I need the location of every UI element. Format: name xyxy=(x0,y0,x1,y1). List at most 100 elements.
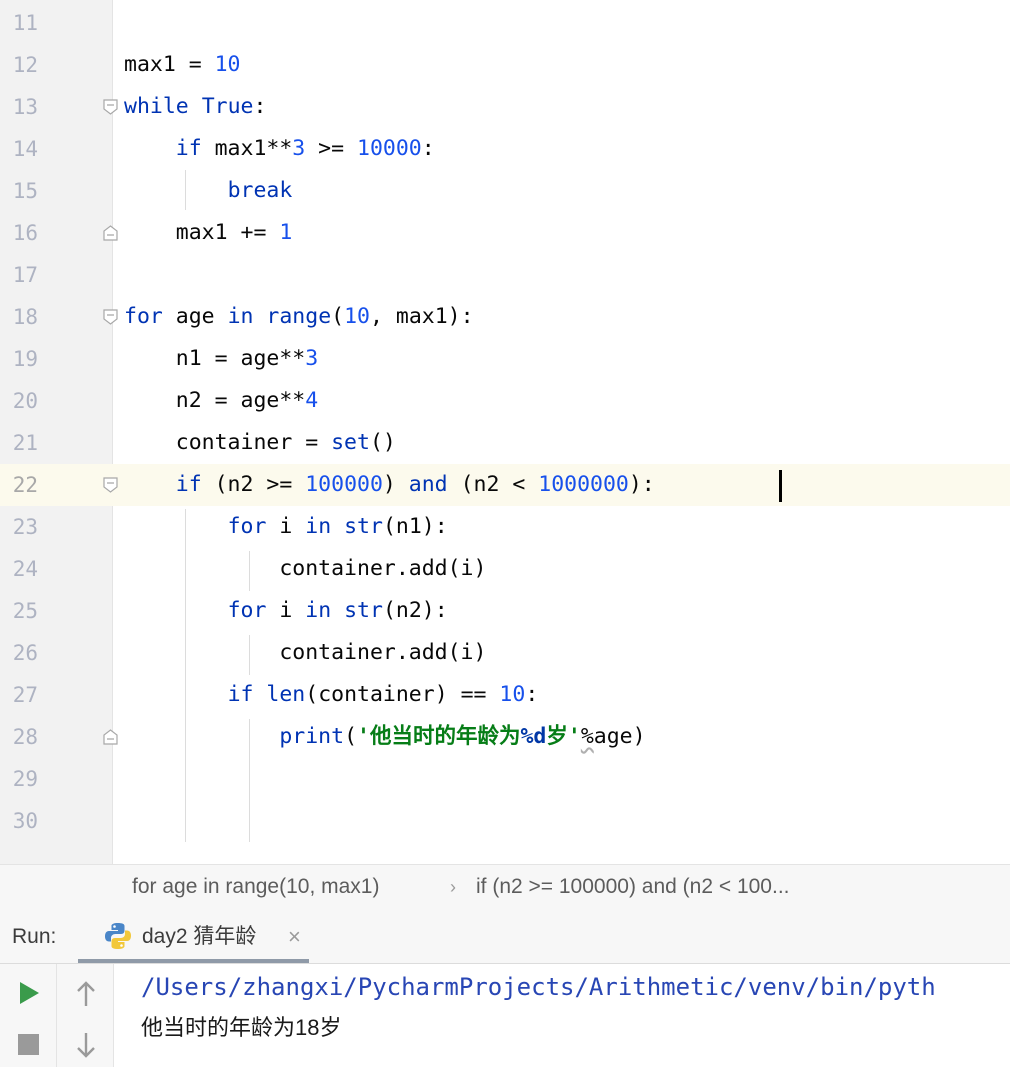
code-token: n2 = age** xyxy=(124,388,306,413)
line-number: 23 xyxy=(12,515,38,539)
code-line[interactable]: 25 for i in str(n2): xyxy=(0,590,1010,632)
code-text[interactable]: for i in str(n2): xyxy=(124,590,448,632)
code-line[interactable]: 14 if max1**3 >= 10000: xyxy=(0,128,1010,170)
run-icon[interactable] xyxy=(17,980,41,1010)
code-token: container = xyxy=(124,430,332,455)
code-text[interactable]: container.add(i) xyxy=(124,632,486,674)
code-keyword: if xyxy=(175,472,202,497)
code-number: 3 xyxy=(305,346,319,371)
code-line[interactable]: 16 max1 += 1 xyxy=(0,212,1010,254)
code-line[interactable]: 22 if (n2 >= 100000) and (n2 < 1000000): xyxy=(0,464,1010,506)
python-icon xyxy=(103,921,133,951)
code-text[interactable]: print('他当时的年龄为%d岁'%age) xyxy=(124,716,645,758)
code-text[interactable]: for i in str(n1): xyxy=(124,506,448,548)
code-line[interactable]: 24 container.add(i) xyxy=(0,548,1010,590)
breadcrumb-item-for-loop[interactable]: for age in range(10, max1) xyxy=(132,865,379,909)
stop-icon[interactable] xyxy=(18,1034,39,1059)
code-text[interactable]: n1 = age**3 xyxy=(124,338,318,380)
code-line[interactable]: 13 while True: xyxy=(0,86,1010,128)
code-token: i xyxy=(266,514,306,539)
code-token: ( xyxy=(331,304,345,329)
code-line[interactable]: 23 for i in str(n1): xyxy=(0,506,1010,548)
fold-end-icon[interactable] xyxy=(103,225,118,241)
close-icon[interactable]: × xyxy=(288,909,301,965)
code-number: 100000 xyxy=(305,472,383,497)
code-text[interactable]: n2 = age**4 xyxy=(124,380,318,422)
code-token: i xyxy=(266,598,306,623)
line-number: 13 xyxy=(12,95,38,119)
code-keyword: str xyxy=(344,598,383,623)
code-token: >= xyxy=(305,136,358,161)
code-line[interactable]: 17 xyxy=(0,254,1010,296)
code-keyword: if xyxy=(175,136,202,161)
code-editor[interactable]: 11 12 max1 = 10 13 while True: 14 if max1**3 … xyxy=(0,0,1010,864)
run-tab[interactable]: day2 猜年龄 × xyxy=(78,909,309,963)
code-line[interactable]: 29 xyxy=(0,758,1010,800)
breadcrumb-item-if-statement[interactable]: if (n2 >= 100000) and (n2 < 100... xyxy=(476,865,789,909)
code-text[interactable]: if max1**3 >= 10000: xyxy=(124,128,435,170)
code-text[interactable]: for age in range(10, max1): xyxy=(124,296,474,338)
code-line[interactable]: 11 xyxy=(0,2,1010,44)
line-number: 26 xyxy=(12,641,38,665)
code-token: max1 = xyxy=(124,52,215,77)
code-keyword: len xyxy=(266,682,306,707)
code-token: (n2): xyxy=(382,598,448,623)
run-tool-window-header: Run: day2 猜年龄 × xyxy=(0,909,1010,963)
code-token: max1** xyxy=(201,136,293,161)
code-text[interactable]: if len(container) == 10: xyxy=(124,674,539,716)
code-line[interactable]: 18 for age in range(10, max1): xyxy=(0,296,1010,338)
code-number: 10 xyxy=(214,52,241,77)
code-line[interactable]: 30 xyxy=(0,800,1010,842)
code-line[interactable]: 15 break xyxy=(0,170,1010,212)
code-token: n1 = age** xyxy=(124,346,306,371)
code-token: ( xyxy=(344,724,358,749)
code-text[interactable]: max1 = 10 xyxy=(124,44,241,86)
code-text[interactable]: if (n2 >= 100000) and (n2 < 1000000): xyxy=(124,464,655,506)
code-token: : xyxy=(421,136,435,161)
scroll-toolbar xyxy=(57,964,114,1067)
code-text[interactable]: container.add(i) xyxy=(124,548,486,590)
fold-end-icon[interactable] xyxy=(103,729,118,745)
code-line[interactable]: 19 n1 = age**3 xyxy=(0,338,1010,380)
line-number: 14 xyxy=(12,137,38,161)
code-text[interactable]: container = set() xyxy=(124,422,396,464)
run-console[interactable]: /Users/zhangxi/PycharmProjects/Arithmeti… xyxy=(0,963,1010,1067)
fold-marker-icon[interactable] xyxy=(103,309,118,325)
code-token: % xyxy=(580,724,594,749)
code-number: 10000 xyxy=(357,136,422,161)
code-text[interactable]: while True: xyxy=(124,86,266,128)
code-text[interactable]: break xyxy=(124,170,293,212)
code-token: : xyxy=(525,682,539,707)
code-number: 3 xyxy=(292,136,306,161)
line-number: 17 xyxy=(12,263,38,287)
fold-marker-icon[interactable] xyxy=(103,477,118,493)
code-string: 岁' xyxy=(546,724,581,749)
code-keyword: if xyxy=(227,682,254,707)
code-line[interactable]: 28 print('他当时的年龄为%d岁'%age) xyxy=(0,716,1010,758)
scroll-down-icon[interactable] xyxy=(75,1032,97,1064)
line-number: 24 xyxy=(12,557,38,581)
code-keyword: in xyxy=(305,598,332,623)
line-number: 15 xyxy=(12,179,38,203)
code-keyword: while xyxy=(124,94,189,119)
code-keyword: for xyxy=(124,304,163,329)
code-keyword: range xyxy=(266,304,332,329)
code-string: '他当时的年龄为 xyxy=(357,724,521,749)
code-line[interactable]: 12 max1 = 10 xyxy=(0,44,1010,86)
line-number: 25 xyxy=(12,599,38,623)
code-token: ) xyxy=(382,472,409,497)
code-line[interactable]: 26 container.add(i) xyxy=(0,632,1010,674)
scroll-up-icon[interactable] xyxy=(75,980,97,1012)
fold-marker-icon[interactable] xyxy=(103,99,118,115)
run-toolbar xyxy=(0,964,57,1067)
code-text[interactable]: max1 += 1 xyxy=(124,212,293,254)
indent-guide xyxy=(185,509,186,842)
code-line[interactable]: 27 if len(container) == 10: xyxy=(0,674,1010,716)
code-line[interactable]: 21 container = set() xyxy=(0,422,1010,464)
code-line[interactable]: 20 n2 = age**4 xyxy=(0,380,1010,422)
code-keyword: break xyxy=(227,178,293,203)
